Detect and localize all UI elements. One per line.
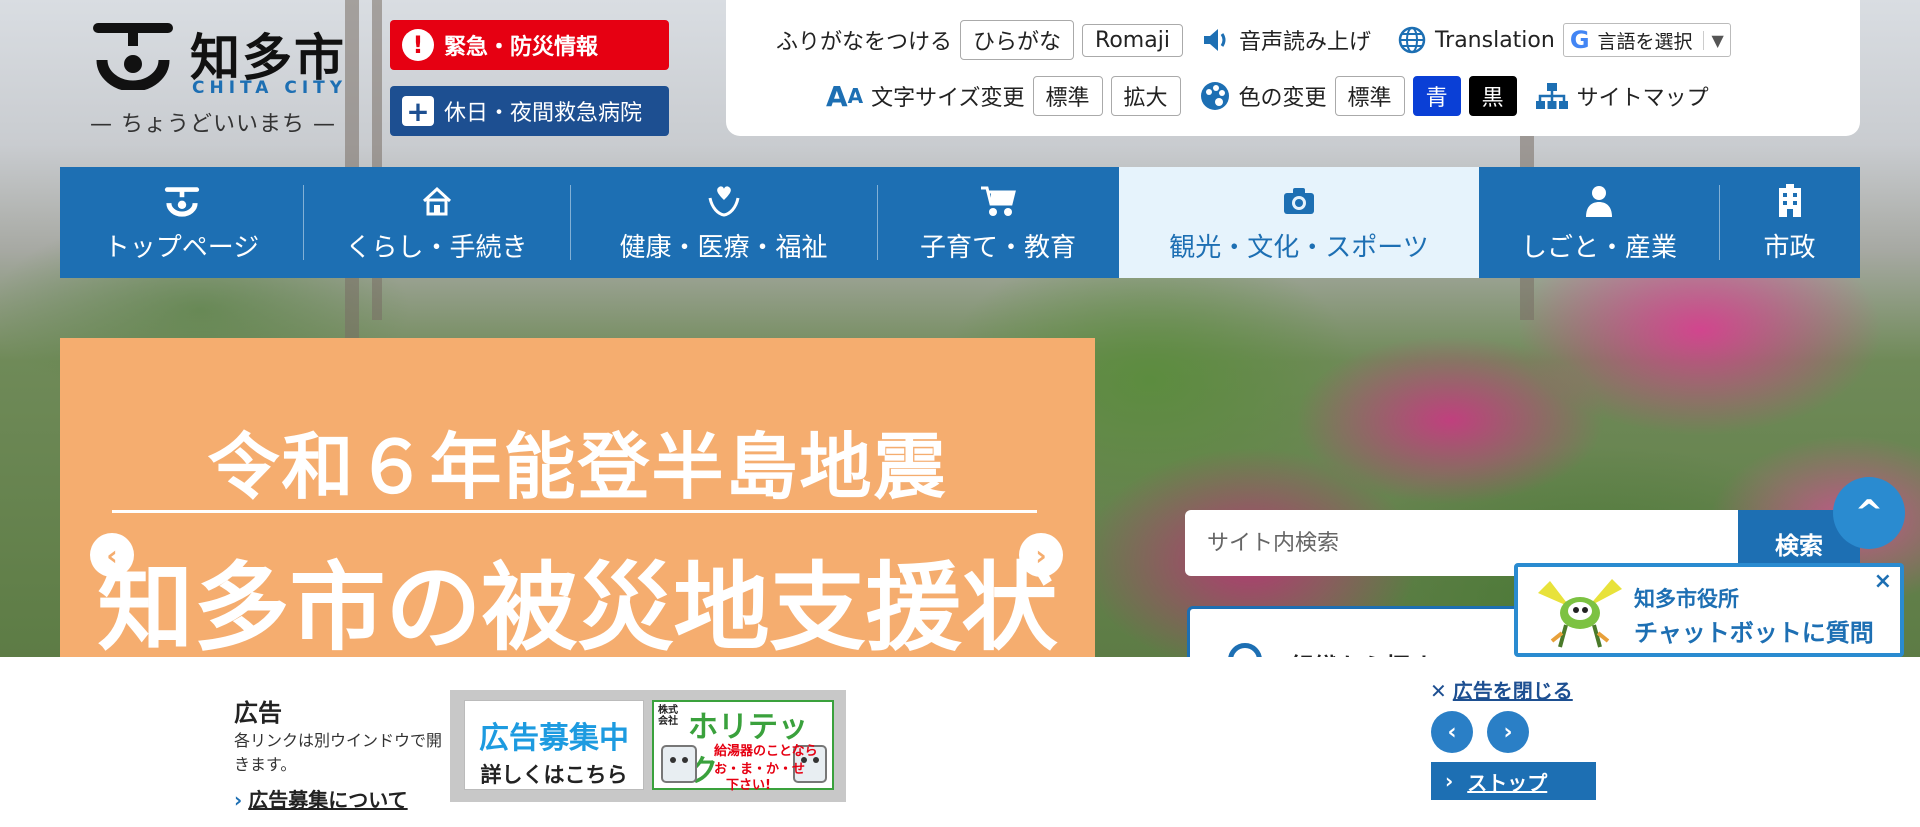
font-size-icon: AA <box>826 79 864 113</box>
chatbot-close-button[interactable]: × <box>1874 569 1892 594</box>
close-icon: ✕ <box>1430 679 1447 703</box>
ad2-copy-line3: 下さい! <box>726 778 771 793</box>
ad2-copy-line1: 給湯器のことなら <box>714 744 818 759</box>
romaji-button[interactable]: Romaji <box>1082 23 1183 57</box>
ad-stop-label: ストップ <box>1467 770 1548 795</box>
ad1-subline: 詳しくはこちら <box>480 763 628 787</box>
city-emblem-icon <box>93 23 173 90</box>
ad1-headline: 広告募集中 <box>479 721 629 756</box>
logo-english: CHITA CITY <box>192 78 348 98</box>
color-black-button[interactable]: 黒 <box>1468 76 1517 116</box>
emergency-disaster-label: 緊急・防災情報 <box>444 35 599 60</box>
language-select[interactable]: G 言語を選択 ▼ <box>1562 23 1731 57</box>
global-nav: トップページ くらし・手続き 健康・医療・福祉 子育て・教育 観光・文化・スポー… <box>60 167 1860 278</box>
heart-hands-icon <box>707 181 741 221</box>
emergency-hospital-button[interactable]: + 休日・夜間救急病院 <box>390 86 669 136</box>
sitemap-icon <box>1535 82 1569 110</box>
water-heater-icon <box>661 745 697 783</box>
ad-stop-button[interactable]: › ストップ <box>1431 762 1596 800</box>
chatbot-cta: チャットボットに質問 <box>1634 619 1874 647</box>
nav-label: 子育て・教育 <box>919 233 1076 263</box>
nav-item-living[interactable]: くらし・手続き <box>303 167 570 278</box>
ad2-company-type: 株式会社 <box>658 705 678 727</box>
fontsize-large-button[interactable]: 拡大 <box>1110 76 1181 116</box>
dropdown-arrow-icon: ▼ <box>1702 30 1724 50</box>
language-select-label: 言語を選択 <box>1597 30 1693 53</box>
ad-recruit-label: 広告募集について <box>248 788 408 812</box>
ad-banner-recruit[interactable]: 広告募集中 詳しくはこちら <box>464 700 644 790</box>
chevron-left-icon: ‹ <box>1447 719 1457 745</box>
furigana-label: ふりがなをつける <box>776 30 953 55</box>
ad-heading: 広告 <box>234 699 282 727</box>
color-label: 色の変更 <box>1238 86 1327 111</box>
slide-next-button[interactable]: › <box>1019 533 1063 577</box>
globe-icon <box>1397 25 1427 55</box>
ad-next-button[interactable]: › <box>1487 711 1529 753</box>
nav-item-citygov[interactable]: 市政 <box>1719 167 1860 278</box>
slide-prev-button[interactable]: ‹ <box>90 533 134 577</box>
ad-bar: 広告 各リンクは別ウインドウで開きます。 › 広告募集について 広告募集中 詳しく… <box>0 657 1920 827</box>
ad-close-label: 広告を閉じる <box>1452 679 1573 703</box>
page-top-button[interactable]: ^ <box>1833 477 1905 549</box>
ad-banner-horitec[interactable]: 株式会社 ホリテック 給湯器のことなら お・ま・か・せ 下さい! <box>652 700 834 793</box>
ad-frame: 広告募集中 詳しくはこちら 株式会社 ホリテック 給湯器のことなら お・ま・か・… <box>450 690 846 802</box>
ad-recruit-link[interactable]: › 広告募集について <box>234 784 408 813</box>
palette-icon <box>1199 80 1231 112</box>
camera-icon <box>1282 181 1316 221</box>
nav-item-work[interactable]: しごと・産業 <box>1479 167 1719 278</box>
nav-item-top[interactable]: トップページ <box>60 167 303 278</box>
building-icon <box>1775 181 1805 221</box>
alert-icon: ! <box>402 29 434 61</box>
chevron-right-icon: › <box>1445 769 1454 793</box>
speech-button[interactable]: 音声読み上げ <box>1239 24 1371 56</box>
logo-slogan: — ちょうどいいまち — <box>90 112 336 137</box>
banner-divider <box>112 510 1037 513</box>
fontsize-standard-button[interactable]: 標準 <box>1032 76 1103 116</box>
chevron-right-icon: › <box>1503 719 1513 745</box>
ad-prev-button[interactable]: ‹ <box>1431 711 1473 753</box>
nav-label: くらし・手続き <box>345 233 528 263</box>
nav-label: 市政 <box>1763 233 1816 263</box>
color-blue-button[interactable]: 青 <box>1412 76 1461 116</box>
chatbot-title: 知多市役所 <box>1634 587 1739 611</box>
emergency-hospital-label: 休日・夜間救急病院 <box>444 101 643 126</box>
site-logo[interactable]: 知多市 CHITA CITY — ちょうどいいまち — <box>88 18 358 138</box>
utility-row-bottom: AA 文字サイズ変更 標準 拡大 色の変更 標準 青 黒 サイトマップ <box>826 76 1709 116</box>
hiragana-button[interactable]: ひらがな <box>960 20 1075 60</box>
nav-item-health[interactable]: 健康・医療・福祉 <box>570 167 877 278</box>
first-aid-icon: + <box>402 95 434 128</box>
person-icon <box>1584 181 1614 221</box>
city-emblem-icon <box>163 181 201 221</box>
ad-close-button[interactable]: ✕ 広告を閉じる <box>1430 675 1573 704</box>
ad-note: 各リンクは別ウインドウで開きます。 <box>234 731 443 774</box>
fontsize-label: 文字サイズ変更 <box>871 86 1025 111</box>
google-g-icon: G <box>1569 26 1590 54</box>
house-icon <box>421 181 453 221</box>
nav-label: トップページ <box>103 233 260 263</box>
nav-label: 観光・文化・スポーツ <box>1169 233 1429 263</box>
emergency-disaster-button[interactable]: ! 緊急・防災情報 <box>390 20 669 70</box>
banner-title: 令和６年能登半島地震 <box>207 425 948 509</box>
color-standard-button[interactable]: 標準 <box>1334 76 1405 116</box>
chevron-right-icon: › <box>1035 538 1047 572</box>
sitemap-link[interactable]: サイトマップ <box>1577 80 1709 112</box>
nav-item-childcare[interactable]: 子育て・教育 <box>877 167 1119 278</box>
chatbot-widget[interactable]: 知多市役所 チャットボットに質問 × <box>1514 563 1904 657</box>
chevron-left-icon: ‹ <box>106 538 118 572</box>
banner-subtitle: 知多市の被災地支援状況 <box>97 552 1058 658</box>
translation-label: Translation <box>1434 27 1555 53</box>
utility-row-top: ふりがなをつける ひらがな Romaji 音声読み上げ Translation … <box>776 20 1731 60</box>
speaker-icon <box>1201 25 1231 55</box>
chevron-right-icon: › <box>234 788 243 812</box>
nav-item-tourism[interactable]: 観光・文化・スポーツ <box>1119 167 1479 278</box>
mascot-icon <box>1538 579 1622 648</box>
utility-panel: ふりがなをつける ひらがな Romaji 音声読み上げ Translation … <box>726 0 1860 136</box>
chevron-up-icon: ^ <box>1854 493 1884 533</box>
nav-label: しごと・産業 <box>1520 233 1677 263</box>
hero-banner-slide[interactable]: 令和６年能登半島地震 知多市の被災地支援状況 <box>60 338 1095 658</box>
nav-label: 健康・医療・福祉 <box>619 233 828 263</box>
stroller-icon <box>979 181 1017 221</box>
